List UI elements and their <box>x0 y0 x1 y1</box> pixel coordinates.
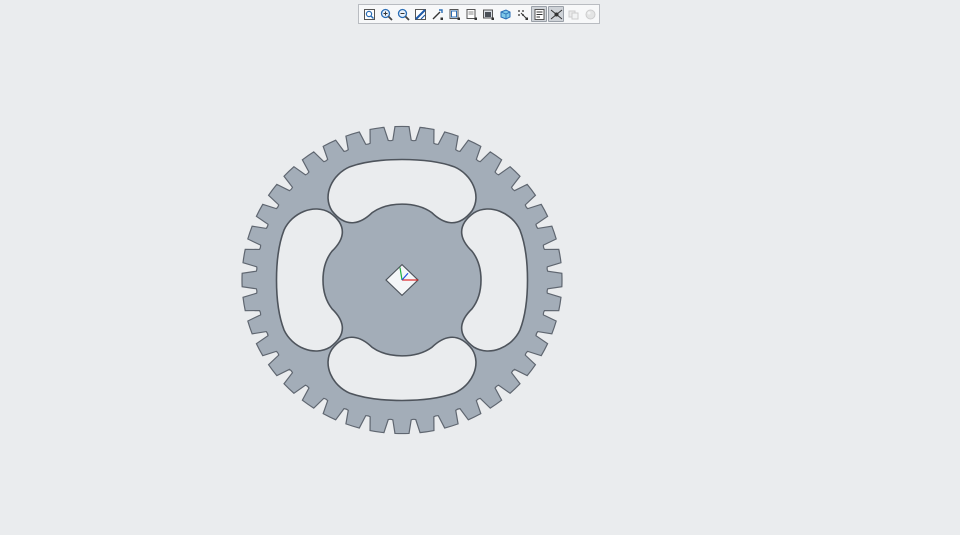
view-manager-icon <box>466 8 477 20</box>
refit-button[interactable] <box>361 6 377 22</box>
perspective-view-button[interactable] <box>497 6 513 22</box>
annotation-display-button[interactable] <box>531 6 547 22</box>
reorient-button[interactable] <box>429 6 445 22</box>
saved-orientations-button[interactable] <box>446 6 462 22</box>
zoom-in-button[interactable] <box>378 6 394 22</box>
repaint-icon <box>414 8 426 20</box>
appearance-icon <box>585 9 595 19</box>
zoom-in-icon <box>380 8 393 21</box>
view-manager-button[interactable] <box>463 6 479 22</box>
graphics-toolbar <box>358 4 600 24</box>
spin-center-icon <box>550 9 562 19</box>
saved-orientations-icon <box>449 8 460 20</box>
reorient-icon <box>432 8 443 20</box>
show-hidden-icon <box>568 10 578 19</box>
datum-display-icon <box>517 9 528 20</box>
annotation-display-icon <box>534 8 544 20</box>
repaint-button[interactable] <box>412 6 428 22</box>
datum-display-button[interactable] <box>514 6 530 22</box>
display-style-icon <box>482 9 494 20</box>
perspective-view-icon <box>500 8 510 20</box>
spin-center-button[interactable] <box>548 6 564 22</box>
display-style-button[interactable] <box>480 6 496 22</box>
show-hidden-button[interactable] <box>565 6 581 22</box>
sprocket-model[interactable] <box>232 122 572 442</box>
appearance-button[interactable] <box>582 6 598 22</box>
refit-icon <box>363 8 375 20</box>
graphics-viewport[interactable] <box>0 0 960 535</box>
zoom-out-button[interactable] <box>395 6 411 22</box>
zoom-out-icon <box>397 8 410 21</box>
